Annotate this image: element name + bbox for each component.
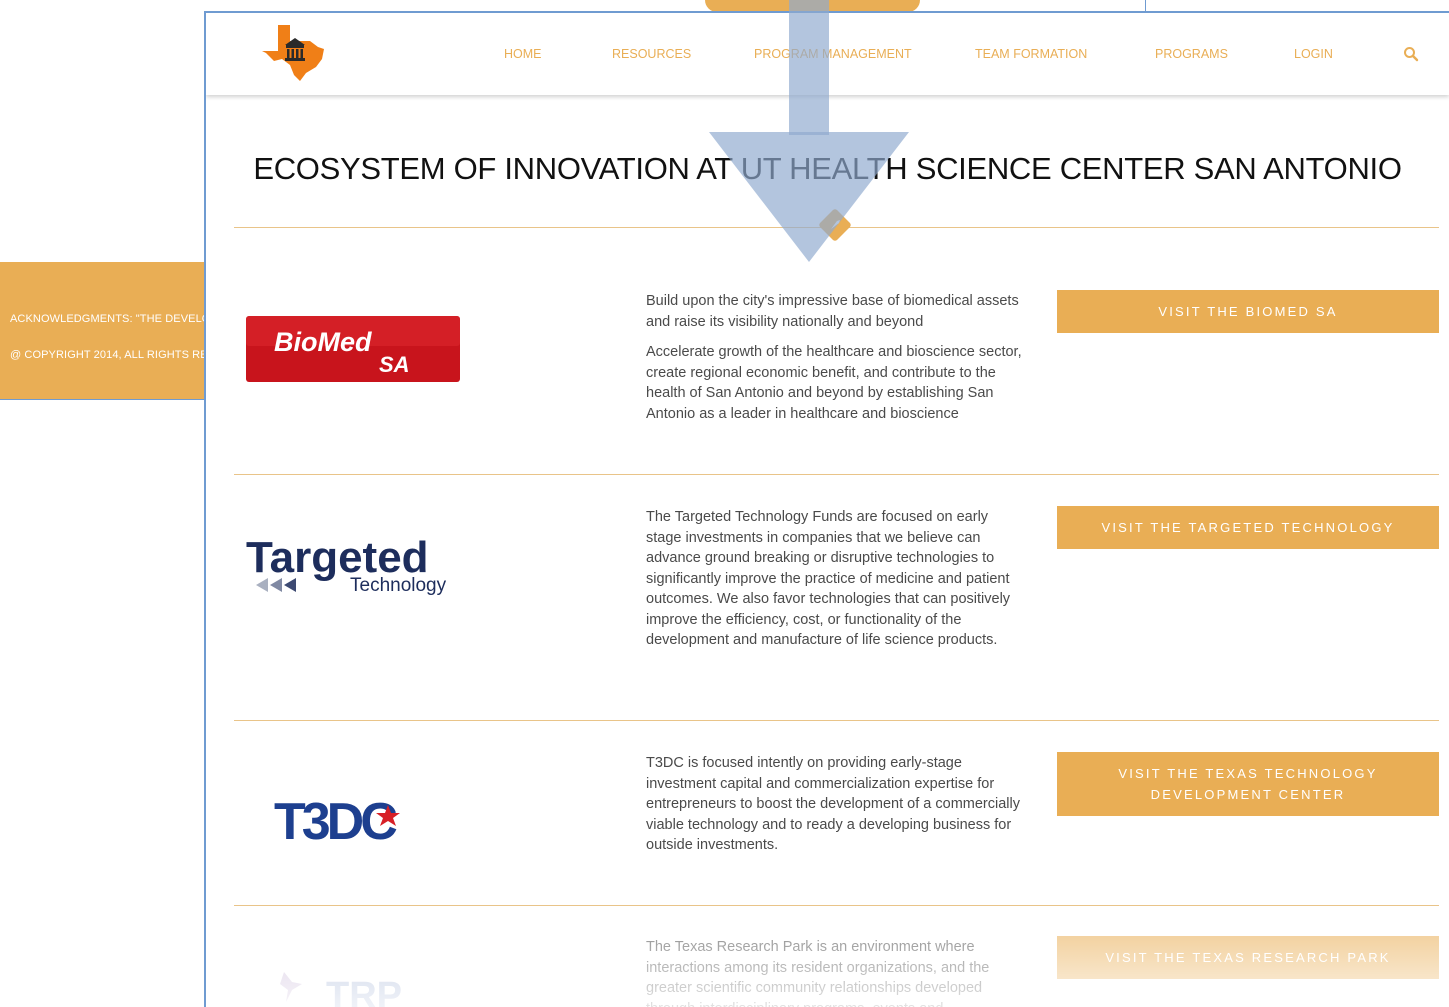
row-divider [234,474,1439,475]
background-footer: ACKNOWLEDGMENTS: "THE DEVELO @ COPYRIGHT… [0,262,206,400]
trp-paragraph-1: The Texas Research Park is an environmen… [646,939,990,1007]
visit-t3dc-button[interactable]: VISIT THE TEXAS TECHNOLOGY DEVELOPMENT C… [1057,752,1439,816]
trp-logo-word: TRP [326,975,402,1007]
nav-programs[interactable]: PROGRAMS [1155,47,1228,61]
search-icon[interactable] [1403,46,1419,62]
targeted-logo-technology: Technology [350,575,447,596]
footer-acknowledgments: ACKNOWLEDGMENTS: "THE DEVELO [10,313,206,325]
targeted-technology-logo: Targeted Technology [246,533,447,596]
biomed-description: Build upon the city's impressive base of… [646,291,1026,434]
trp-description: The Texas Research Park is an environmen… [646,937,1026,1007]
t3dc-paragraph-1: T3DC is focused intently on providing ea… [646,755,1020,853]
biomed-paragraph-2: Accelerate growth of the healthcare and … [646,344,1022,422]
biomed-paragraph-1: Build upon the city's impressive base of… [646,293,1019,330]
targeted-paragraph-1: The Targeted Technology Funds are focuse… [646,509,1011,648]
footer-copyright: @ COPYRIGHT 2014, ALL RIGHTS RES [10,349,206,361]
row-divider [234,905,1439,906]
arrow-down-icon [709,0,909,262]
visit-biomed-sa-button[interactable]: VISIT THE BIOMED SA [1057,290,1439,333]
row-divider [234,720,1439,721]
nav-home[interactable]: HOME [504,47,542,61]
nav-team-formation[interactable]: TEAM FORMATION [975,47,1087,61]
nav-resources[interactable]: RESOURCES [612,47,691,61]
t3dc-logo: T3DC [274,793,401,847]
trp-logo: TRP [280,972,402,1007]
biomed-logo-sa: SA [379,352,410,377]
biomed-logo-word: BioMed [274,327,372,357]
visit-targeted-technology-button[interactable]: VISIT THE TARGETED TECHNOLOGY [1057,506,1439,549]
targeted-description: The Targeted Technology Funds are focuse… [646,507,1026,661]
nav-login[interactable]: LOGIN [1294,47,1333,61]
visit-texas-research-park-button[interactable]: VISIT THE TEXAS RESEARCH PARK [1057,936,1439,979]
t3dc-logo-word: T3DC [274,793,397,847]
t3dc-description: T3DC is focused intently on providing ea… [646,753,1026,866]
texas-capitol-logo-icon[interactable] [260,23,326,83]
biomed-sa-logo: BioMed SA [246,316,460,382]
